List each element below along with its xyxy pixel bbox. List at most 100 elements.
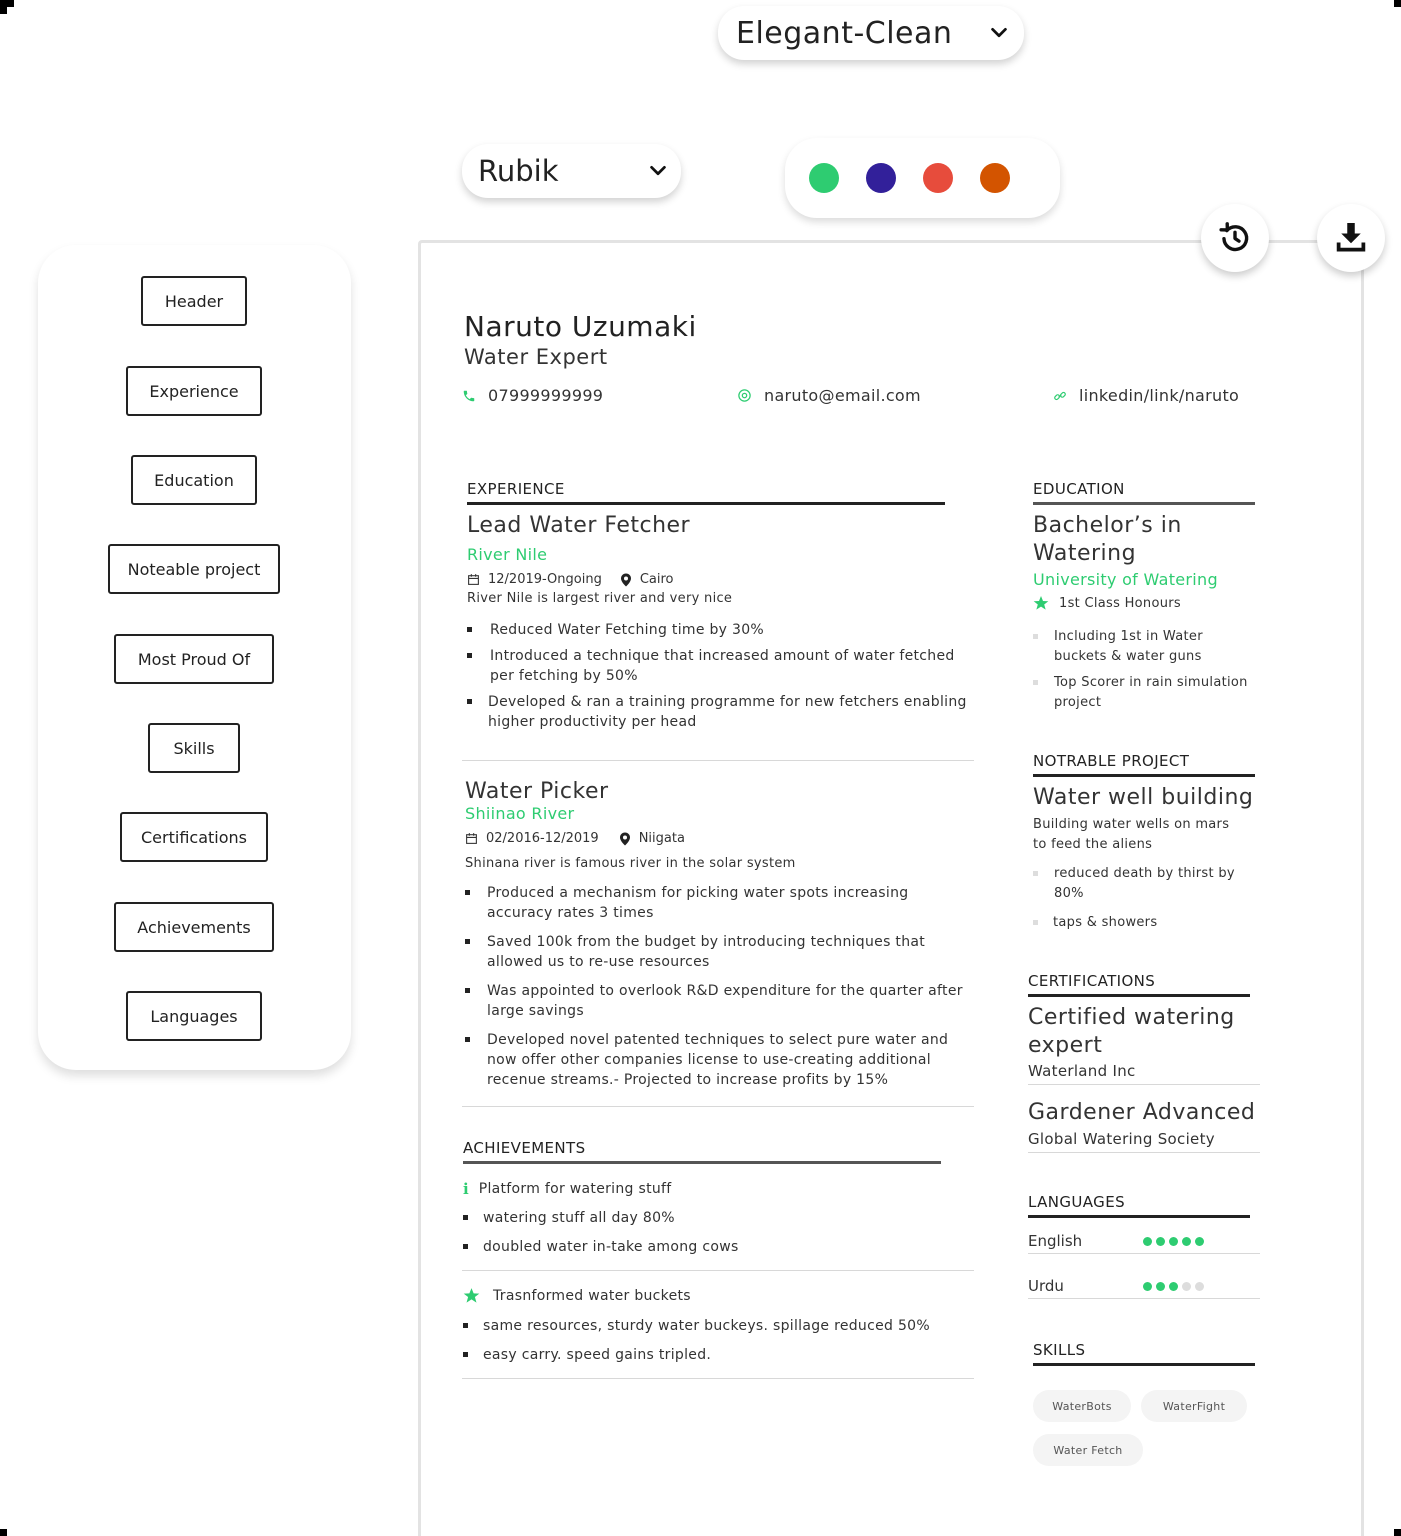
- corner-mark: [1394, 0, 1401, 7]
- language-row: Urdu: [1028, 1277, 1260, 1299]
- section-sidebar: Header Experience Education Noteable pro…: [38, 245, 351, 1070]
- theme-dropdown-label: Elegant-Clean: [736, 15, 953, 51]
- job-company: River Nile: [467, 545, 548, 564]
- history-button[interactable]: [1201, 204, 1269, 272]
- skill-chip: WaterBots: [1033, 1390, 1131, 1422]
- certification-title: Certified watering: [1028, 1005, 1235, 1030]
- list-item: same resources, sturdy water buckeys. sp…: [463, 1316, 973, 1336]
- history-icon: [1219, 222, 1249, 252]
- language-row: English: [1028, 1232, 1260, 1254]
- divider: [462, 1270, 974, 1271]
- skill-chip: Water Fetch: [1033, 1434, 1143, 1466]
- achievement-title-row: Trasnformed water buckets: [463, 1287, 691, 1304]
- certification-title-line2: expert: [1028, 1033, 1103, 1058]
- color-swatch-red[interactable]: [923, 163, 953, 193]
- list-item: Reduced Water Fetching time by 30%: [467, 620, 977, 640]
- font-dropdown-label: Rubik: [478, 154, 559, 188]
- achievement-bullets: watering stuff all day 80% doubled water…: [463, 1208, 973, 1263]
- contact-linkedin: linkedin/link/naruto: [1053, 386, 1239, 405]
- linkedin-text: linkedin/link/naruto: [1079, 386, 1240, 405]
- degree-title: Bachelor’s in: [1033, 513, 1182, 538]
- color-palette: [785, 138, 1060, 218]
- theme-dropdown[interactable]: Elegant-Clean: [718, 6, 1024, 60]
- job-title: Lead Water Fetcher: [467, 513, 691, 538]
- list-item: Top Scorer in rain simulation project: [1033, 673, 1255, 713]
- divider: [462, 760, 974, 761]
- location-pin-icon: [619, 832, 630, 845]
- resume-job-title: Water Expert: [464, 345, 608, 369]
- download-button[interactable]: [1317, 204, 1385, 272]
- star-icon: [1033, 596, 1049, 610]
- skill-chip: WaterFight: [1141, 1390, 1247, 1422]
- level-dot-filled: [1195, 1236, 1204, 1246]
- certification-title: Gardener Advanced: [1028, 1100, 1256, 1125]
- achievement-title-row: i Platform for watering stuff: [463, 1180, 672, 1198]
- info-icon: i: [463, 1180, 469, 1198]
- chevron-down-icon: [650, 165, 666, 176]
- achievement-title: Platform for watering stuff: [478, 1181, 672, 1197]
- divider: [1028, 1152, 1260, 1153]
- list-item: Developed novel patented techniques to s…: [465, 1030, 975, 1090]
- degree-title-line2: Watering: [1033, 541, 1137, 566]
- email-at-icon: [738, 389, 751, 402]
- job-bullets: Produced a mechanism for picking water s…: [465, 883, 975, 1096]
- section-button-languages[interactable]: Languages: [126, 991, 262, 1041]
- achievement-title: Trasnformed water buckets: [493, 1287, 691, 1304]
- job-location: Cairo: [639, 572, 674, 587]
- email-text: naruto@email.com: [764, 386, 921, 405]
- language-level-dots: [1143, 1281, 1204, 1291]
- corner-mark: [0, 0, 7, 14]
- language-name: Urdu: [1028, 1277, 1064, 1295]
- level-dot-empty: [1195, 1281, 1204, 1291]
- color-swatch-green[interactable]: [809, 163, 839, 193]
- achievements-heading: ACHIEVEMENTS: [463, 1139, 941, 1164]
- level-dot-empty: [1182, 1281, 1191, 1291]
- list-item: Developed & ran a training programme for…: [467, 692, 977, 732]
- color-swatch-orange[interactable]: [980, 163, 1010, 193]
- section-button-certifications[interactable]: Certifications: [120, 812, 268, 862]
- list-item: doubled water in-take among cows: [463, 1237, 973, 1257]
- job-title: Water Picker: [465, 779, 609, 804]
- section-button-noteable-project[interactable]: Noteable project: [108, 544, 280, 594]
- section-button-skills[interactable]: Skills: [148, 723, 240, 773]
- section-button-achievements[interactable]: Achievements: [114, 902, 274, 952]
- list-item: reduced death by thirst by 80%: [1033, 864, 1255, 904]
- level-dot-filled: [1169, 1281, 1178, 1291]
- job-summary: River Nile is largest river and very nic…: [467, 591, 733, 606]
- project-heading: NOTRABLE PROJECT: [1033, 752, 1255, 777]
- certification-issuer: Waterland Inc: [1028, 1062, 1136, 1080]
- job-meta: 12/2019-Ongoing Cairo: [467, 572, 674, 587]
- list-item: Produced a mechanism for picking water s…: [465, 883, 975, 923]
- certification-issuer: Global Watering Society: [1028, 1130, 1215, 1148]
- level-dot-filled: [1169, 1236, 1178, 1246]
- contact-phone: 07999999999: [462, 386, 603, 405]
- section-button-header[interactable]: Header: [141, 276, 247, 326]
- level-dot-filled: [1156, 1281, 1165, 1291]
- section-button-education[interactable]: Education: [131, 455, 257, 505]
- section-button-most-proud-of[interactable]: Most Proud Of: [114, 634, 274, 684]
- achievement-bullets: same resources, sturdy water buckeys. sp…: [463, 1316, 973, 1371]
- calendar-icon: [466, 833, 477, 844]
- corner-mark: [0, 1529, 7, 1536]
- link-icon: [1054, 391, 1066, 400]
- job-summary: Shinana river is famous river in the sol…: [465, 856, 796, 871]
- download-icon: [1336, 223, 1366, 252]
- font-dropdown[interactable]: Rubik: [462, 144, 681, 198]
- list-item: Saved 100k from the budget by introducin…: [465, 932, 975, 972]
- education-bullets: Including 1st in Water buckets & water g…: [1033, 627, 1255, 719]
- section-button-experience[interactable]: Experience: [126, 366, 262, 416]
- honours-row: 1st Class Honours: [1033, 595, 1181, 611]
- school-name: University of Watering: [1033, 570, 1218, 589]
- color-swatch-indigo[interactable]: [866, 163, 896, 193]
- location-pin-icon: [620, 573, 631, 586]
- star-icon: [463, 1288, 480, 1303]
- skills-heading: SKILLS: [1033, 1341, 1255, 1366]
- job-bullets: Reduced Water Fetching time by 30% Intro…: [467, 620, 977, 738]
- job-meta: 02/2016-12/2019 Niigata: [465, 831, 685, 846]
- education-heading: EDUCATION: [1033, 480, 1255, 505]
- phone-text: 07999999999: [488, 386, 604, 405]
- resume-name: Naruto Uzumaki: [464, 310, 697, 343]
- level-dot-filled: [1156, 1236, 1165, 1246]
- language-level-dots: [1143, 1236, 1204, 1246]
- list-item: watering stuff all day 80%: [463, 1208, 973, 1228]
